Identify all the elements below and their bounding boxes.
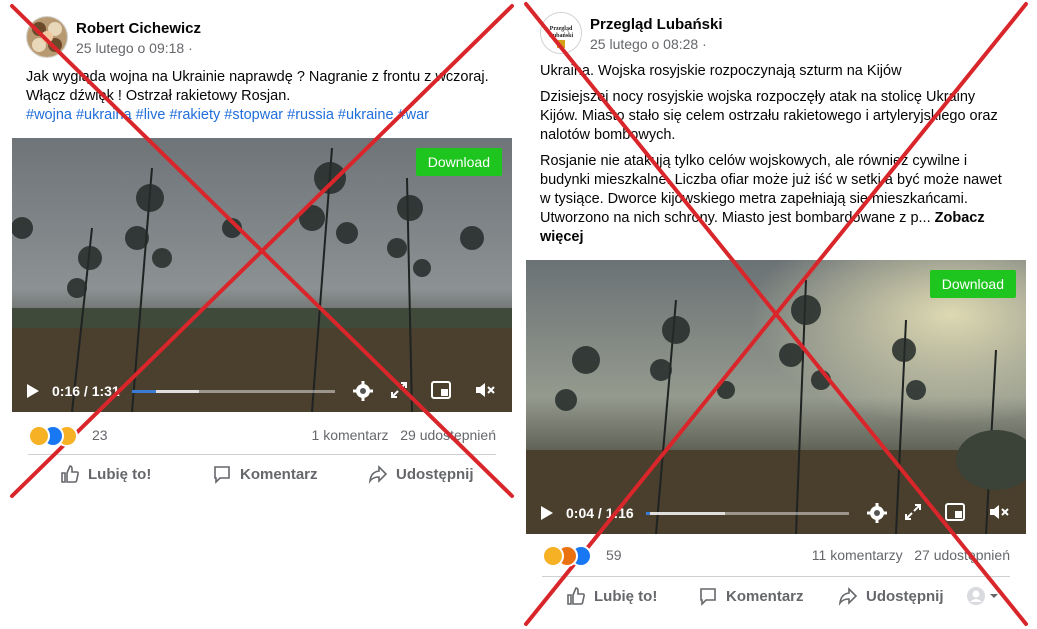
mute-icon[interactable] <box>474 381 496 402</box>
post-headline: Ukraina. Wojska rosyjskie rozpoczynają s… <box>540 63 902 79</box>
author-name[interactable]: Przegląd Lubański <box>590 16 723 33</box>
post-paragraph-text: Rosjanie nie atakują tylko celów wojskow… <box>540 153 1002 226</box>
comment-button[interactable]: Komentarz <box>698 586 804 606</box>
fullscreen-icon[interactable] <box>904 503 922 524</box>
svg-text:Przegląd: Przegląd <box>550 26 573 32</box>
download-button[interactable]: Download <box>929 270 1016 298</box>
mute-icon[interactable] <box>988 503 1010 524</box>
divider <box>542 576 1010 577</box>
post-header: Robert Cichewicz 25 lutego o 09:18 · <box>12 8 512 62</box>
comment-label: Komentarz <box>726 587 804 605</box>
comment-icon <box>700 588 716 606</box>
share-icon <box>368 465 388 484</box>
video-player[interactable]: Download 0:16 / 1:31 <box>12 138 512 412</box>
thumbs-up-icon <box>61 465 79 483</box>
post-date[interactable]: 25 lutego o 08:28 · <box>590 36 707 52</box>
video-progress-bar[interactable] <box>132 390 335 393</box>
video-player[interactable]: Download 0:04 / 1:16 <box>526 260 1026 534</box>
share-count[interactable]: 27 udostępnień <box>914 547 1010 563</box>
post-paragraph: Rosjanie nie atakują tylko celów wojskow… <box>540 152 1012 247</box>
video-played-fill <box>132 390 157 393</box>
divider <box>28 454 496 455</box>
post-text: Ukraina. Wojska rosyjskie rozpoczynają s… <box>540 62 1012 247</box>
settings-gear-icon[interactable] <box>353 381 373 404</box>
like-label: Lubię to! <box>88 465 152 483</box>
stats-right: 11 komentarzy 27 udostępnień <box>812 547 1010 563</box>
comment-count[interactable]: 1 komentarz <box>312 427 389 443</box>
video-frame <box>12 138 512 412</box>
post-stats: 59 11 komentarzy 27 udostępnień <box>526 540 1026 572</box>
post-date[interactable]: 25 lutego o 09:18 · <box>76 40 193 56</box>
comment-count[interactable]: 11 komentarzy <box>812 547 903 563</box>
video-loaded-fill <box>646 512 726 515</box>
profile-dropdown-icon <box>967 587 998 605</box>
post-card-2: Przegląd Lubański Przegląd Lubański 25 l… <box>526 4 1026 624</box>
miniplayer-icon[interactable] <box>431 381 451 402</box>
author-name[interactable]: Robert Cichewicz <box>76 20 201 37</box>
post-header: Przegląd Lubański Przegląd Lubański 25 l… <box>526 4 1026 58</box>
avatar[interactable] <box>26 16 68 58</box>
comment-icon <box>214 466 230 484</box>
sad-reaction-icon <box>542 545 564 567</box>
video-controls: 0:16 / 1:31 <box>12 376 512 406</box>
sad-reaction-icon <box>28 425 50 447</box>
svg-text:Lubański: Lubański <box>549 33 574 39</box>
share-button[interactable]: Udostępnij <box>838 586 944 606</box>
like-button[interactable]: Lubię to! <box>566 586 657 606</box>
hashtags[interactable]: #wojna #ukraina #live #rakiety #stopwar … <box>26 106 498 125</box>
reaction-count: 23 <box>92 427 108 443</box>
comment-button[interactable]: Komentarz <box>212 464 318 484</box>
miniplayer-icon[interactable] <box>945 503 965 524</box>
video-played-fill <box>646 512 651 515</box>
video-controls: 0:04 / 1:16 <box>526 498 1026 528</box>
stats-right: 1 komentarz 29 udostępnień <box>312 427 496 443</box>
play-icon[interactable] <box>26 383 40 402</box>
action-bar: Lubię to! Komentarz Udostępnij <box>526 578 1026 614</box>
post-paragraph: Dzisiejszej nocy rosyjskie wojska rozpoc… <box>540 89 998 143</box>
like-label: Lubię to! <box>594 587 658 605</box>
share-label: Udostępnij <box>396 465 474 483</box>
play-icon[interactable] <box>540 505 554 524</box>
download-button[interactable]: Download <box>415 148 502 176</box>
like-button[interactable]: Lubię to! <box>60 464 151 484</box>
profile-selector[interactable] <box>966 586 1002 606</box>
settings-gear-icon[interactable] <box>867 503 887 526</box>
share-icon <box>838 587 858 606</box>
fullscreen-icon[interactable] <box>390 381 408 402</box>
post-card-1: Robert Cichewicz 25 lutego o 09:18 · Jak… <box>12 8 512 495</box>
post-text-line: Jak wygląda wojna na Ukrainie naprawdę ?… <box>26 69 489 85</box>
video-time: 0:16 / 1:31 <box>52 383 120 399</box>
video-progress-bar[interactable] <box>646 512 849 515</box>
post-text-line: Włącz dźwięk ! Ostrzał rakietowy Rosjan. <box>26 88 291 104</box>
thumbs-up-icon <box>567 587 585 605</box>
video-frame <box>526 260 1026 534</box>
action-bar: Lubię to! Komentarz Udostępnij <box>12 456 512 492</box>
reaction-count: 59 <box>606 547 622 563</box>
avatar[interactable]: Przegląd Lubański <box>540 12 582 54</box>
video-time: 0:04 / 1:16 <box>566 505 634 521</box>
share-label: Udostępnij <box>866 587 944 605</box>
share-count[interactable]: 29 udostępnień <box>400 427 496 443</box>
post-stats: 23 1 komentarz 29 udostępnień <box>12 420 512 452</box>
share-button[interactable]: Udostępnij <box>368 464 474 484</box>
comment-label: Komentarz <box>240 465 318 483</box>
post-text: Jak wygląda wojna na Ukrainie naprawdę ?… <box>26 68 498 125</box>
